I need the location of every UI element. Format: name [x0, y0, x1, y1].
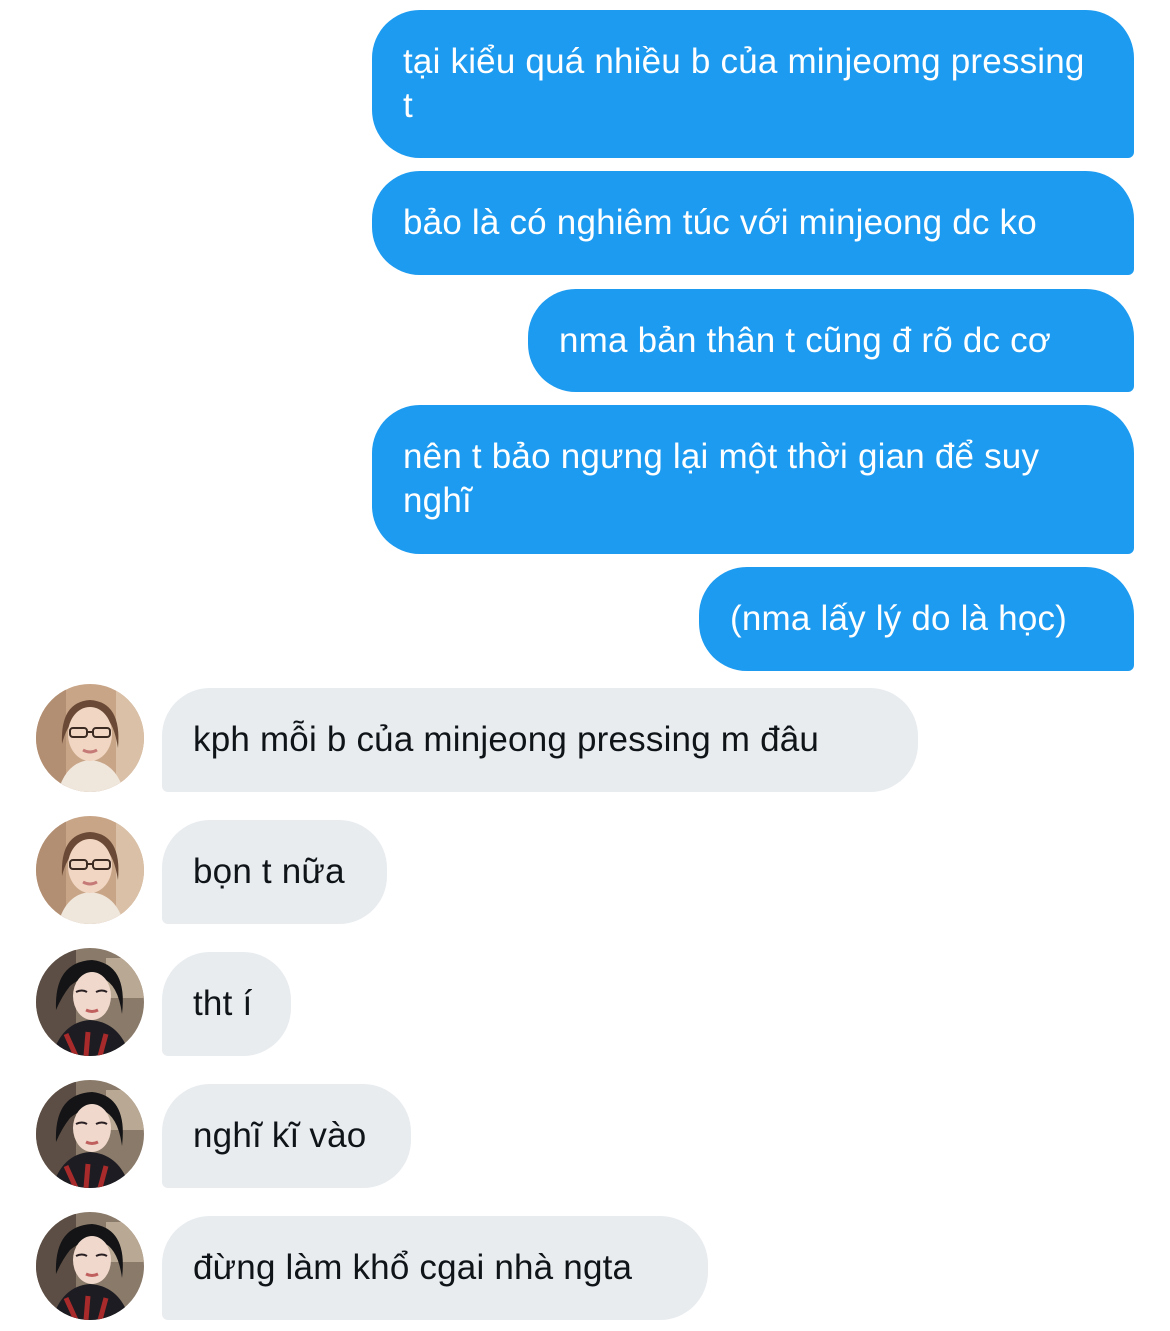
outgoing-message-bubble[interactable]: tại kiểu quá nhiều b của minjeomg pressi…: [372, 10, 1134, 158]
avatar-photo-icon: [36, 1080, 144, 1188]
contact-2-avatar[interactable]: [36, 1080, 144, 1188]
avatar-photo-icon: [36, 816, 144, 924]
outgoing-message-bubble[interactable]: bảo là có nghiêm túc với minjeong dc ko: [372, 171, 1134, 275]
outgoing-message-bubble[interactable]: nên t bảo ngưng lại một thời gian để suy…: [372, 405, 1134, 554]
contact-2-avatar[interactable]: [36, 1212, 144, 1320]
contact-1-avatar[interactable]: [36, 816, 144, 924]
avatar-photo-icon: [36, 1212, 144, 1320]
outgoing-message-bubble[interactable]: (nma lấy lý do là học): [699, 567, 1134, 671]
incoming-message-bubble[interactable]: đừng làm khổ cgai nhà ngta: [162, 1216, 708, 1320]
avatar-photo-icon: [36, 948, 144, 1056]
incoming-message-bubble[interactable]: bọn t nữa: [162, 820, 387, 924]
incoming-message-bubble[interactable]: tht í: [162, 952, 291, 1056]
outgoing-message-bubble[interactable]: nma bản thân t cũng đ rõ dc cơ: [528, 289, 1134, 392]
conversation-thread: tại kiểu quá nhiều b của minjeomg pressi…: [0, 0, 1170, 1331]
incoming-message-bubble[interactable]: kph mỗi b của minjeong pressing m đâu: [162, 688, 918, 792]
contact-1-avatar[interactable]: [36, 684, 144, 792]
avatar-photo-icon: [36, 684, 144, 792]
incoming-message-bubble[interactable]: nghĩ kĩ vào: [162, 1084, 411, 1188]
contact-2-avatar[interactable]: [36, 948, 144, 1056]
